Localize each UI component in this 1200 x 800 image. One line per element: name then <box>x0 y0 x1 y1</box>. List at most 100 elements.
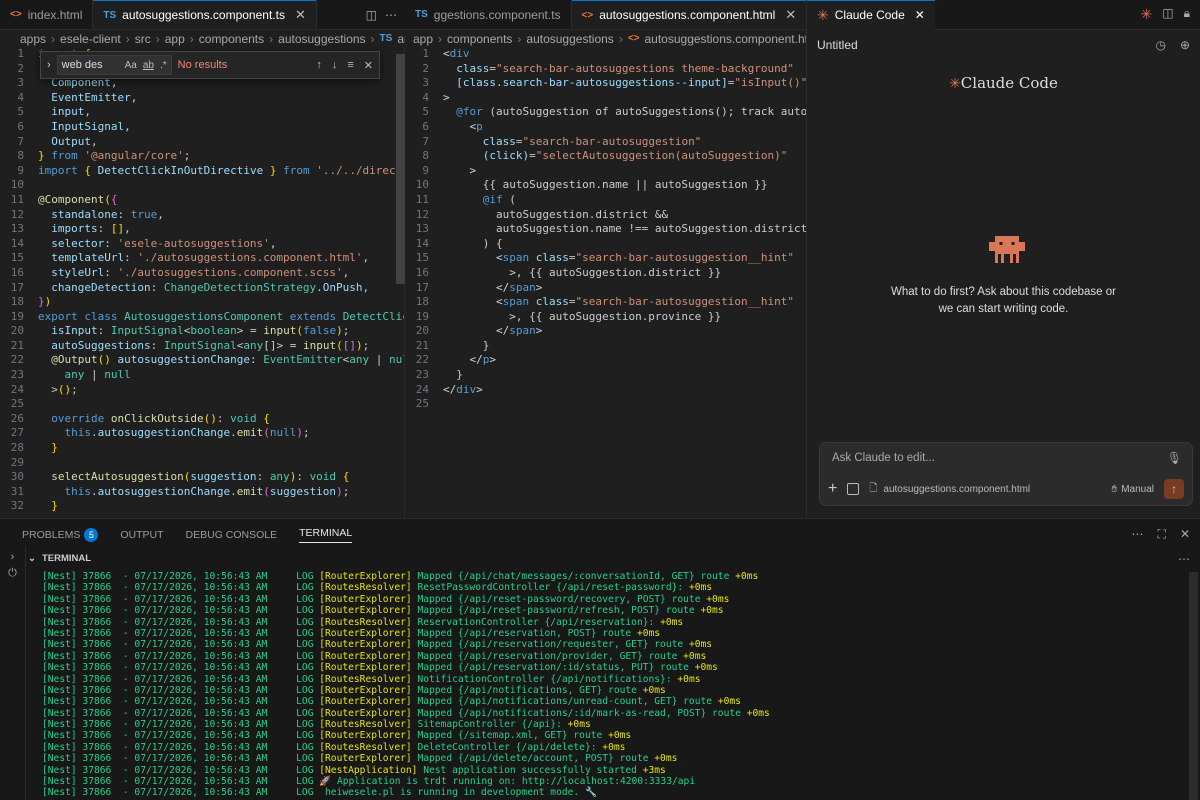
panel-tab-output[interactable]: OUTPUT <box>120 529 163 541</box>
next-match-icon[interactable]: ↓ <box>332 59 338 72</box>
close-find-icon[interactable]: ✕ <box>364 59 373 72</box>
breadcrumb-item[interactable]: app <box>165 32 185 46</box>
terminal-log-line: [Nest] 37866 - 07/17/2026, 10:56:43 AM L… <box>42 696 741 708</box>
code-text: this.autosuggestionChange.emit(null); <box>64 426 310 440</box>
regex-toggle[interactable]: .* <box>160 60 167 71</box>
split-editor-icon[interactable]: ◫ <box>1162 6 1173 23</box>
tab-claude-code[interactable]: ✳ Claude Code ✕ <box>807 0 935 30</box>
line-number: 4 <box>422 90 429 104</box>
claude-spark-icon[interactable]: ✳ <box>1141 6 1153 23</box>
plug-icon[interactable]: ⏻ <box>0 567 25 580</box>
close-panel-icon[interactable]: ✕ <box>1180 527 1190 542</box>
history-icon[interactable]: ◷ <box>1155 38 1165 52</box>
terminal-more-icon[interactable]: ⋯ <box>1178 552 1190 566</box>
code-line: 15 templateUrl: './autosuggestions.compo… <box>0 251 404 266</box>
lock-icon[interactable]: 🔒︎ <box>1184 6 1190 23</box>
breadcrumb-item[interactable]: autosuggestions <box>278 32 365 46</box>
code-text: > <box>443 90 450 104</box>
html-file-icon: <> <box>581 9 594 21</box>
breadcrumb-item[interactable]: apps <box>20 32 46 46</box>
terminal-log-line: [Nest] 37866 - 07/17/2026, 10:56:43 AM L… <box>42 593 730 605</box>
terminal-log-line: [Nest] 37866 - 07/17/2026, 10:56:43 AM L… <box>42 673 701 685</box>
terminal-section-header[interactable]: ⌄ TERMINAL <box>0 551 1200 565</box>
code-text: EventEmitter, <box>51 90 138 104</box>
code-text: import { DetectClickInOutDirective } fro… <box>38 163 404 177</box>
attached-file-chip[interactable]: 🗋︎ autosuggestions.component.html <box>869 481 1030 498</box>
code-line: 4 EventEmitter, <box>0 91 404 106</box>
add-context-icon[interactable]: + <box>828 480 837 498</box>
maximize-panel-icon[interactable]: ⛶ <box>1158 527 1166 542</box>
breadcrumb-item[interactable]: autosuggestions <box>526 32 613 46</box>
previous-match-icon[interactable]: ↑ <box>316 59 322 72</box>
code-text: </p> <box>469 353 497 367</box>
toggle-replace-icon[interactable]: › <box>47 59 51 71</box>
code-line: 8} from '@angular/core'; <box>0 149 404 164</box>
tab-left-0[interactable]: <> index.html <box>0 0 94 29</box>
breadcrumb-item[interactable]: esele-client <box>60 32 121 46</box>
mode-selector[interactable]: ✋︎ Manual <box>1111 484 1154 495</box>
terminal-scrollbar[interactable] <box>1189 572 1198 800</box>
breadcrumb-item[interactable]: src <box>135 32 151 46</box>
panel-tab-debug-console[interactable]: DEBUG CONSOLE <box>186 529 278 541</box>
line-number: 23 <box>10 368 24 382</box>
claude-composer[interactable]: Ask Claude to edit... 🎙︎ + 🗋︎ autosugges… <box>819 442 1193 506</box>
slash-command-icon[interactable] <box>847 483 860 495</box>
line-number: 24 <box>415 382 429 396</box>
bottom-panel: PROBLEMS 5 OUTPUT DEBUG CONSOLE TERMINAL ⋯ ⛶… <box>0 518 1200 800</box>
code-text: <span class="search-bar-autosuggestion__… <box>495 251 795 265</box>
line-number: 10 <box>415 178 429 192</box>
find-query: web des <box>61 59 103 71</box>
breadcrumb-item[interactable]: app <box>413 32 433 46</box>
code-text: selectAutosuggestion(suggestion: any): v… <box>51 470 350 484</box>
tab-label: Claude Code <box>834 8 905 22</box>
close-tab-icon[interactable]: ✕ <box>915 8 925 22</box>
terminal-log-line: [Nest] 37866 - 07/17/2026, 10:56:43 AM L… <box>42 753 678 765</box>
code-line: 15 <span class="search-bar-autosuggestio… <box>405 251 806 266</box>
more-actions-icon[interactable]: ⋯ <box>385 8 397 22</box>
line-number: 15 <box>415 251 429 265</box>
breadcrumb-separator: › <box>189 31 194 46</box>
code-line: 22 </p> <box>405 353 806 368</box>
chevron-right-icon[interactable]: › <box>0 551 25 563</box>
panel-tab-problems[interactable]: PROBLEMS 5 <box>22 528 99 542</box>
tab-left-1[interactable]: TS autosuggestions.component.ts ✕ <box>93 0 317 29</box>
right-code-editor[interactable]: 1 <div 2 class="search-bar-autosuggestions… <box>405 47 806 518</box>
code-text: standalone: true, <box>51 207 164 221</box>
close-tab-icon[interactable]: ✕ <box>295 7 306 23</box>
match-case-toggle[interactable]: Aa <box>125 60 137 71</box>
close-tab-icon[interactable]: ✕ <box>785 7 796 23</box>
find-input[interactable]: web des Aa ab .* <box>56 55 172 75</box>
tab-right-0[interactable]: TS ggestions.component.ts <box>405 0 572 29</box>
code-line: 7 Output, <box>0 135 404 150</box>
terminal-output[interactable]: [Nest] 37866 - 07/17/2026, 10:56:43 AM L… <box>26 571 1190 800</box>
breadcrumb-separator: › <box>370 31 375 46</box>
code-text: <div <box>443 47 470 60</box>
microphone-icon[interactable]: 🎙︎ <box>1167 451 1182 465</box>
code-text: Output, <box>51 134 98 148</box>
claude-mascot-icon <box>989 236 1025 263</box>
code-line: 20 </span> <box>405 324 806 339</box>
new-chat-icon[interactable]: ⊕ <box>1180 38 1190 52</box>
left-code-editor[interactable]: 1import {23 Component,4 EventEmitter,5 i… <box>0 47 405 518</box>
code-line: 32 } <box>0 499 404 514</box>
line-number: 14 <box>415 236 429 250</box>
prompt-input[interactable]: Ask Claude to edit... <box>832 452 935 464</box>
breadcrumb-item[interactable]: autosuggestions.component.html <box>645 32 807 46</box>
tab-right-1[interactable]: <> autosuggestions.component.html ✕ <box>571 0 808 29</box>
match-word-toggle[interactable]: ab <box>143 60 154 71</box>
code-line: 6 InputSignal, <box>0 120 404 135</box>
code-line: 3 [class.search-bar-autosuggestions--inp… <box>405 76 806 91</box>
typescript-file-icon: TS <box>103 9 117 21</box>
more-actions-icon[interactable]: ⋯ <box>1132 527 1144 542</box>
panel-tab-terminal[interactable]: TERMINAL <box>299 527 353 543</box>
find-in-selection-icon[interactable]: ≡ <box>347 59 353 72</box>
scrollbar[interactable] <box>396 54 405 284</box>
breadcrumb-item[interactable]: autosu <box>397 32 405 46</box>
line-number: 8 <box>17 149 24 163</box>
split-editor-icon[interactable]: ◫ <box>366 8 377 22</box>
breadcrumb-item[interactable]: components <box>199 32 264 46</box>
line-number: 1 <box>17 47 24 60</box>
line-number: 2 <box>17 61 24 75</box>
breadcrumb-item[interactable]: components <box>447 32 512 46</box>
send-button[interactable]: ↑ <box>1164 479 1184 499</box>
